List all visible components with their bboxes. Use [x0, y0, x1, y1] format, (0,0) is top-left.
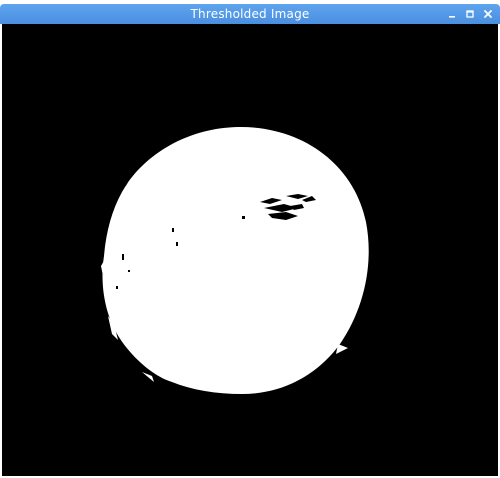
- maximize-button[interactable]: [462, 6, 478, 22]
- close-button[interactable]: [480, 6, 496, 22]
- close-icon: [484, 10, 492, 18]
- maximize-icon: [466, 10, 474, 18]
- minimize-button[interactable]: [444, 6, 460, 22]
- window-controls: [444, 4, 496, 24]
- app-window: Thresholded Image: [0, 0, 500, 478]
- image-canvas: [2, 24, 498, 476]
- minimize-icon: [449, 16, 455, 18]
- thresholded-image: [2, 24, 498, 476]
- window-title: Thresholded Image: [190, 7, 310, 21]
- title-bar[interactable]: Thresholded Image: [0, 4, 500, 24]
- white-blob: [102, 126, 369, 395]
